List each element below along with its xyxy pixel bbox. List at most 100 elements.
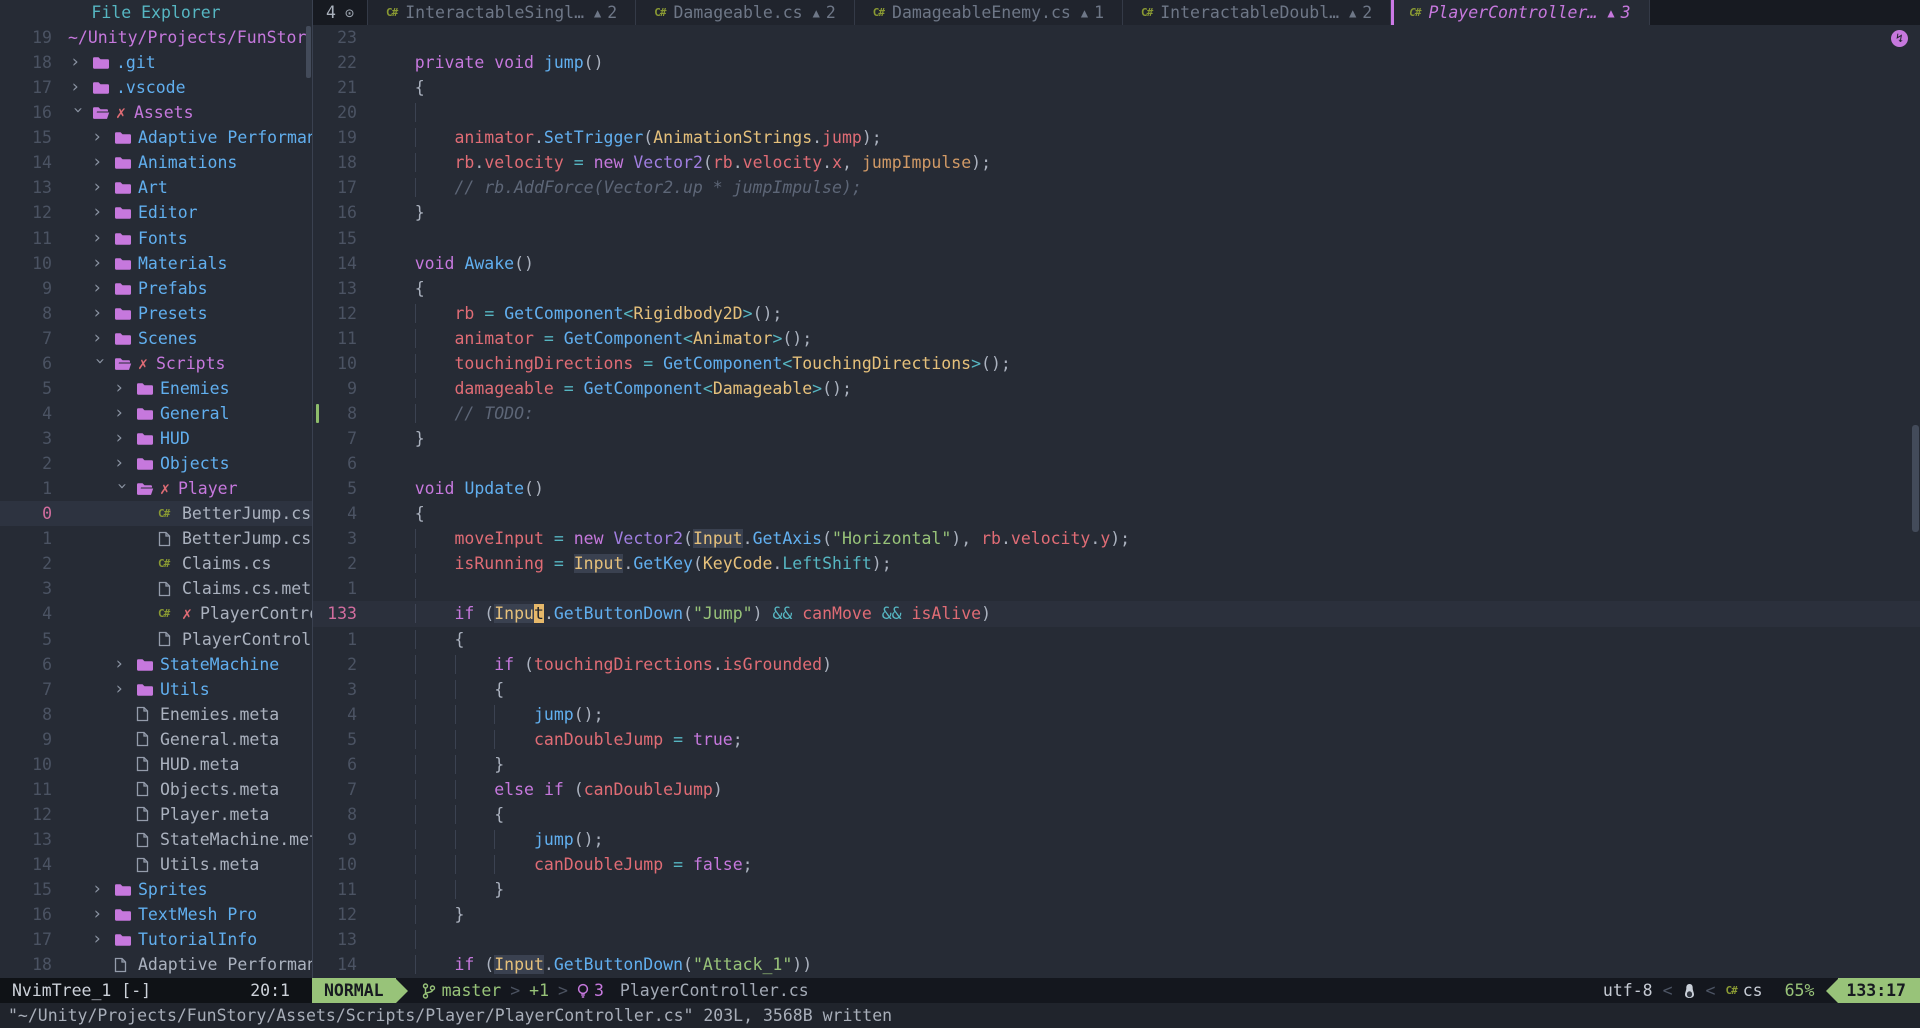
- line-number: 9: [313, 376, 357, 401]
- code-line[interactable]: 17 // rb.AddForce(Vector2.up * jumpImpul…: [313, 175, 1920, 200]
- tree-item-Scenes[interactable]: 7›Scenes: [0, 326, 312, 351]
- code-line[interactable]: 13 {: [313, 276, 1920, 301]
- tree-item-.git[interactable]: 18›.git: [0, 50, 312, 75]
- code-line[interactable]: 8 // TODO:: [313, 401, 1920, 426]
- code-line[interactable]: 11 }: [313, 877, 1920, 902]
- code-line[interactable]: 12 rb = GetComponent<Rigidbody2D>();: [313, 301, 1920, 326]
- tree-item-HUD.meta[interactable]: 10HUD.meta: [0, 752, 312, 777]
- code-line[interactable]: 5 canDoubleJump = true;: [313, 727, 1920, 752]
- tree-item-BetterJump.cs.[interactable]: 1BetterJump.cs.: [0, 526, 312, 551]
- code-line[interactable]: 9 jump();: [313, 827, 1920, 852]
- code-line[interactable]: 2 isRunning = Input.GetKey(KeyCode.LeftS…: [313, 551, 1920, 576]
- tree-item-General[interactable]: 4›General: [0, 401, 312, 426]
- tree-item-General.meta[interactable]: 9General.meta: [0, 727, 312, 752]
- tree-item-PlayerControll[interactable]: 5PlayerControll: [0, 627, 312, 652]
- tree-item-Enemies.meta[interactable]: 8Enemies.meta: [0, 702, 312, 727]
- tree-item-Utils.meta[interactable]: 14Utils.meta: [0, 852, 312, 877]
- tree-item-PlayerContro[interactable]: 4C#✗PlayerContro: [0, 601, 312, 626]
- code-line[interactable]: 10 canDoubleJump = false;: [313, 852, 1920, 877]
- tab-DamageableEnemy.cs[interactable]: C#DamageableEnemy.cs▲1: [855, 0, 1123, 25]
- tree-item-label: BetterJump.cs.: [182, 526, 312, 551]
- tree-item-Assets[interactable]: 16›✗Assets: [0, 100, 312, 125]
- code-line[interactable]: 6 }: [313, 752, 1920, 777]
- plugin-update-icon[interactable]: ↯: [1891, 30, 1908, 47]
- editor-scrollbar[interactable]: [1912, 425, 1919, 532]
- tree-icon-wrap: [136, 857, 160, 873]
- tree-item-Claims.cs.meta[interactable]: 3Claims.cs.meta: [0, 576, 312, 601]
- gear-icon[interactable]: ⊙: [345, 4, 354, 22]
- tree-item-Materials[interactable]: 10›Materials: [0, 251, 312, 276]
- code-editor[interactable]: 2322 private void jump()21 {20 19 animat…: [313, 25, 1920, 978]
- code-text: // TODO:: [375, 401, 534, 426]
- code-line[interactable]: 21 {: [313, 75, 1920, 100]
- tree-item-Adaptive Performan[interactable]: 15›Adaptive Performan: [0, 125, 312, 150]
- tree-item-Fonts[interactable]: 11›Fonts: [0, 226, 312, 251]
- code-line[interactable]: 5 void Update(): [313, 476, 1920, 501]
- token: ): [822, 655, 832, 674]
- code-line[interactable]: 3 moveInput = new Vector2(Input.GetAxis(…: [313, 526, 1920, 551]
- file-icon: [114, 957, 127, 973]
- tree-item-label: HUD: [160, 426, 190, 451]
- tab-InteractableSingl…[interactable]: C#InteractableSingl…▲2: [368, 0, 636, 25]
- code-line[interactable]: 4 jump();: [313, 702, 1920, 727]
- tree-item-TextMesh Pro[interactable]: 16›TextMesh Pro: [0, 902, 312, 927]
- tree-item-Sprites[interactable]: 15›Sprites: [0, 877, 312, 902]
- code-line[interactable]: 19 animator.SetTrigger(AnimationStrings.…: [313, 125, 1920, 150]
- tree-item-Utils[interactable]: 7›Utils: [0, 677, 312, 702]
- tree-item-Art[interactable]: 13›Art: [0, 175, 312, 200]
- code-line[interactable]: 9 damageable = GetComponent<Damageable>(…: [313, 376, 1920, 401]
- code-line[interactable]: 18 rb.velocity = new Vector2(rb.velocity…: [313, 150, 1920, 175]
- tree-item-StateMachine.met[interactable]: 13StateMachine.met: [0, 827, 312, 852]
- token: >: [812, 379, 822, 398]
- tree-item-~/Unity/Projects/FunStor[interactable]: 19~/Unity/Projects/FunStor: [0, 25, 312, 50]
- code-line[interactable]: 1 {: [313, 627, 1920, 652]
- code-line[interactable]: 3 {: [313, 677, 1920, 702]
- code-line[interactable]: 2 if (touchingDirections.isGrounded): [313, 652, 1920, 677]
- code-text: {: [375, 627, 464, 652]
- indent: [375, 504, 415, 523]
- code-line[interactable]: 23: [313, 25, 1920, 50]
- tree-item-Animations[interactable]: 14›Animations: [0, 150, 312, 175]
- code-line[interactable]: 4 {: [313, 501, 1920, 526]
- tab-PlayerController…[interactable]: C#PlayerController…▲3: [1391, 0, 1649, 25]
- code-line[interactable]: 15: [313, 226, 1920, 251]
- code-line[interactable]: 12 }: [313, 902, 1920, 927]
- code-line[interactable]: 14 if (Input.GetButtonDown("Attack_1")): [313, 952, 1920, 977]
- code-line[interactable]: 7 }: [313, 426, 1920, 451]
- tree-item-Objects.meta[interactable]: 11Objects.meta: [0, 777, 312, 802]
- code-line[interactable]: 133 if (Input.GetButtonDown("Jump") && c…: [313, 601, 1920, 626]
- code-line[interactable]: 1: [313, 576, 1920, 601]
- code-line[interactable]: 7 else if (canDoubleJump): [313, 777, 1920, 802]
- code-line[interactable]: 8 {: [313, 802, 1920, 827]
- code-line[interactable]: 13: [313, 927, 1920, 952]
- tree-item-Scripts[interactable]: 6›✗Scripts: [0, 351, 312, 376]
- tab-Damageable.cs[interactable]: C#Damageable.cs▲2: [636, 0, 855, 25]
- tree-item-TutorialInfo[interactable]: 17›TutorialInfo: [0, 927, 312, 952]
- line-number: 12: [0, 200, 52, 225]
- tree-item-Editor[interactable]: 12›Editor: [0, 200, 312, 225]
- tab-InteractableDoubl…[interactable]: C#InteractableDoubl…▲2: [1123, 0, 1391, 25]
- tree-item-.vscode[interactable]: 17›.vscode: [0, 75, 312, 100]
- tree-item-HUD[interactable]: 3›HUD: [0, 426, 312, 451]
- tree-item-Player.meta[interactable]: 12Player.meta: [0, 802, 312, 827]
- code-line[interactable]: 16 }: [313, 200, 1920, 225]
- code-line[interactable]: 20: [313, 100, 1920, 125]
- tree-item-Objects[interactable]: 2›Objects: [0, 451, 312, 476]
- code-line[interactable]: 11 animator = GetComponent<Animator>();: [313, 326, 1920, 351]
- tree-item-BetterJump.cs[interactable]: 0C#BetterJump.cs: [0, 501, 312, 526]
- tree-item-Player[interactable]: 1›✗Player: [0, 476, 312, 501]
- indent-guide: [415, 655, 455, 674]
- tree-item-Prefabs[interactable]: 9›Prefabs: [0, 276, 312, 301]
- tree-item-Claims.cs[interactable]: 2C#Claims.cs: [0, 551, 312, 576]
- sidebar-scrollbar[interactable]: [306, 26, 311, 78]
- code-line[interactable]: 10 touchingDirections = GetComponent<Tou…: [313, 351, 1920, 376]
- tree-item-Adaptive Performan[interactable]: 18Adaptive Performan: [0, 952, 312, 977]
- tree-item-Presets[interactable]: 8›Presets: [0, 301, 312, 326]
- tree-item-Enemies[interactable]: 5›Enemies: [0, 376, 312, 401]
- code-line[interactable]: 14 void Awake(): [313, 251, 1920, 276]
- tree-icon-wrap: [114, 205, 138, 220]
- code-line[interactable]: 6: [313, 451, 1920, 476]
- tree-item-StateMachine[interactable]: 6›StateMachine: [0, 652, 312, 677]
- code-line[interactable]: 22 private void jump(): [313, 50, 1920, 75]
- filetype: cs: [1743, 981, 1763, 1000]
